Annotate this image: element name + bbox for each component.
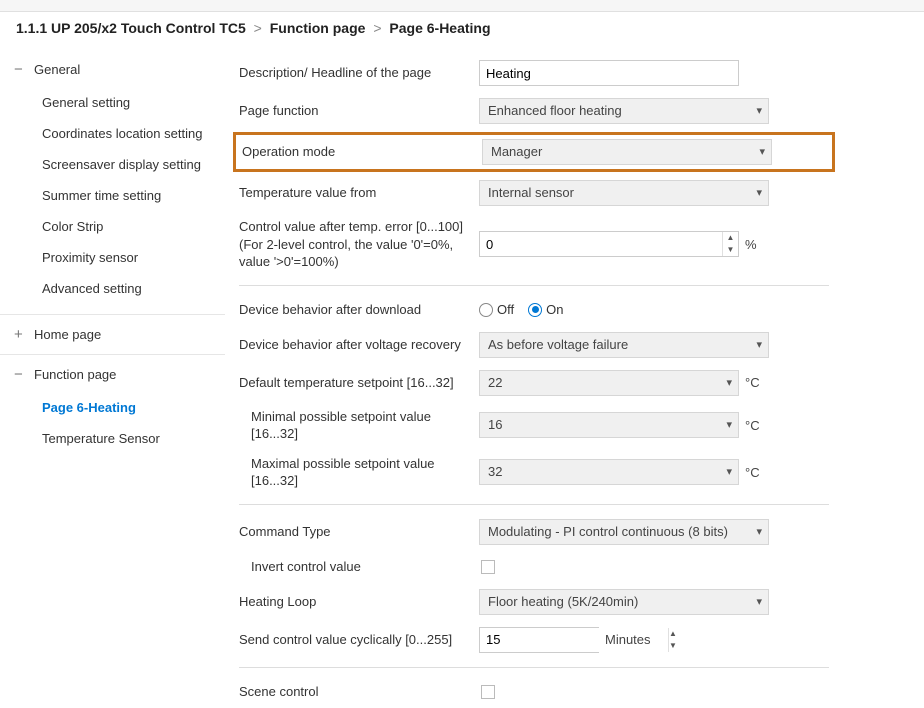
- divider: [239, 285, 829, 286]
- percent-unit: %: [745, 237, 757, 252]
- temp-from-label: Temperature value from: [239, 184, 479, 202]
- parameter-panel: Description/ Headline of the page Page f…: [225, 46, 924, 708]
- parameter-tree: − General General settingCoordinates loc…: [0, 46, 225, 708]
- scene-control-checkbox[interactable]: [481, 685, 495, 699]
- minutes-unit: Minutes: [605, 632, 651, 647]
- select-value: Modulating - PI control continuous (8 bi…: [488, 524, 728, 539]
- select-value: 16: [488, 417, 502, 432]
- min-setpoint-label: Minimal possible setpoint value [16...32…: [239, 408, 479, 443]
- page-function-label: Page function: [239, 102, 479, 120]
- control-value-error-label: Control value after temp. error [0...100…: [239, 218, 479, 271]
- radio-icon: [528, 303, 542, 317]
- heating-loop-label: Heating Loop: [239, 593, 479, 611]
- select-value: Manager: [491, 144, 542, 159]
- send-cyclic-label: Send control value cyclically [0...255]: [239, 631, 479, 649]
- select-value: 22: [488, 375, 502, 390]
- spinner-down-icon[interactable]: ▼: [723, 244, 738, 256]
- control-value-input[interactable]: ▲ ▼: [479, 231, 739, 257]
- spinner-up-icon[interactable]: ▲: [723, 232, 738, 244]
- nav-group-function[interactable]: − Function page: [0, 365, 225, 384]
- description-label: Description/ Headline of the page: [239, 64, 479, 82]
- spinner-input[interactable]: [480, 232, 722, 256]
- default-setpoint-label: Default temperature setpoint [16...32]: [239, 374, 479, 392]
- radio-label: On: [546, 302, 563, 317]
- celsius-unit: °C: [745, 418, 760, 433]
- nav-item[interactable]: Summer time setting: [0, 180, 225, 211]
- spinner-up-icon[interactable]: ▲: [669, 628, 677, 640]
- nav-group-home[interactable]: + Home page: [0, 325, 225, 344]
- command-type-label: Command Type: [239, 523, 479, 541]
- breadcrumb-function-page[interactable]: Function page: [270, 20, 366, 36]
- select-value: Enhanced floor heating: [488, 103, 622, 118]
- send-cyclic-input[interactable]: ▲ ▼: [479, 627, 599, 653]
- breadcrumb-sep: >: [369, 20, 385, 36]
- max-setpoint-label: Maximal possible setpoint value [16...32…: [239, 455, 479, 490]
- nav-item[interactable]: Advanced setting: [0, 273, 225, 304]
- select-value: Internal sensor: [488, 185, 574, 200]
- behavior-download-on-radio[interactable]: On: [528, 302, 563, 317]
- celsius-unit: °C: [745, 375, 760, 390]
- spinner-down-icon[interactable]: ▼: [669, 640, 677, 652]
- collapse-icon: −: [14, 62, 30, 77]
- radio-icon: [479, 303, 493, 317]
- nav-item[interactable]: Proximity sensor: [0, 242, 225, 273]
- nav-item[interactable]: General setting: [0, 87, 225, 118]
- operation-mode-select[interactable]: Manager: [482, 139, 772, 165]
- description-input[interactable]: [479, 60, 739, 86]
- min-setpoint-select[interactable]: 16: [479, 412, 739, 438]
- operation-mode-label: Operation mode: [242, 143, 482, 161]
- invert-control-label: Invert control value: [239, 558, 479, 576]
- command-type-select[interactable]: Modulating - PI control continuous (8 bi…: [479, 519, 769, 545]
- nav-item[interactable]: Color Strip: [0, 211, 225, 242]
- max-setpoint-select[interactable]: 32: [479, 459, 739, 485]
- heating-loop-select[interactable]: Floor heating (5K/240min): [479, 589, 769, 615]
- breadcrumb-page-6[interactable]: Page 6-Heating: [389, 20, 490, 36]
- operation-mode-row-highlighted: Operation mode Manager: [233, 132, 835, 172]
- temp-from-select[interactable]: Internal sensor: [479, 180, 769, 206]
- select-value: Floor heating (5K/240min): [488, 594, 638, 609]
- default-setpoint-select[interactable]: 22: [479, 370, 739, 396]
- nav-item[interactable]: Coordinates location setting: [0, 118, 225, 149]
- nav-group-label: General: [30, 62, 80, 77]
- nav-item[interactable]: Screensaver display setting: [0, 149, 225, 180]
- nav-group-general[interactable]: − General: [0, 60, 225, 79]
- expand-icon: +: [14, 327, 30, 342]
- breadcrumb-device[interactable]: 1.1.1 UP 205/x2 Touch Control TC5: [16, 20, 246, 36]
- celsius-unit: °C: [745, 465, 760, 480]
- divider: [239, 667, 829, 668]
- breadcrumb-sep: >: [250, 20, 266, 36]
- behavior-download-label: Device behavior after download: [239, 301, 479, 319]
- nav-group-label: Function page: [30, 367, 116, 382]
- invert-control-checkbox[interactable]: [481, 560, 495, 574]
- nav-group-label: Home page: [30, 327, 101, 342]
- radio-label: Off: [497, 302, 514, 317]
- window-titlebar-stub: [0, 0, 924, 12]
- behavior-download-off-radio[interactable]: Off: [479, 302, 514, 317]
- select-value: 32: [488, 464, 502, 479]
- nav-item[interactable]: Temperature Sensor: [0, 423, 225, 454]
- nav-item[interactable]: Page 6-Heating: [0, 392, 225, 423]
- behavior-voltage-select[interactable]: As before voltage failure: [479, 332, 769, 358]
- behavior-voltage-label: Device behavior after voltage recovery: [239, 336, 479, 354]
- select-value: As before voltage failure: [488, 337, 628, 352]
- divider: [239, 504, 829, 505]
- collapse-icon: −: [14, 367, 30, 382]
- page-function-select[interactable]: Enhanced floor heating: [479, 98, 769, 124]
- breadcrumb: 1.1.1 UP 205/x2 Touch Control TC5 > Func…: [0, 12, 924, 46]
- scene-control-label: Scene control: [239, 683, 479, 701]
